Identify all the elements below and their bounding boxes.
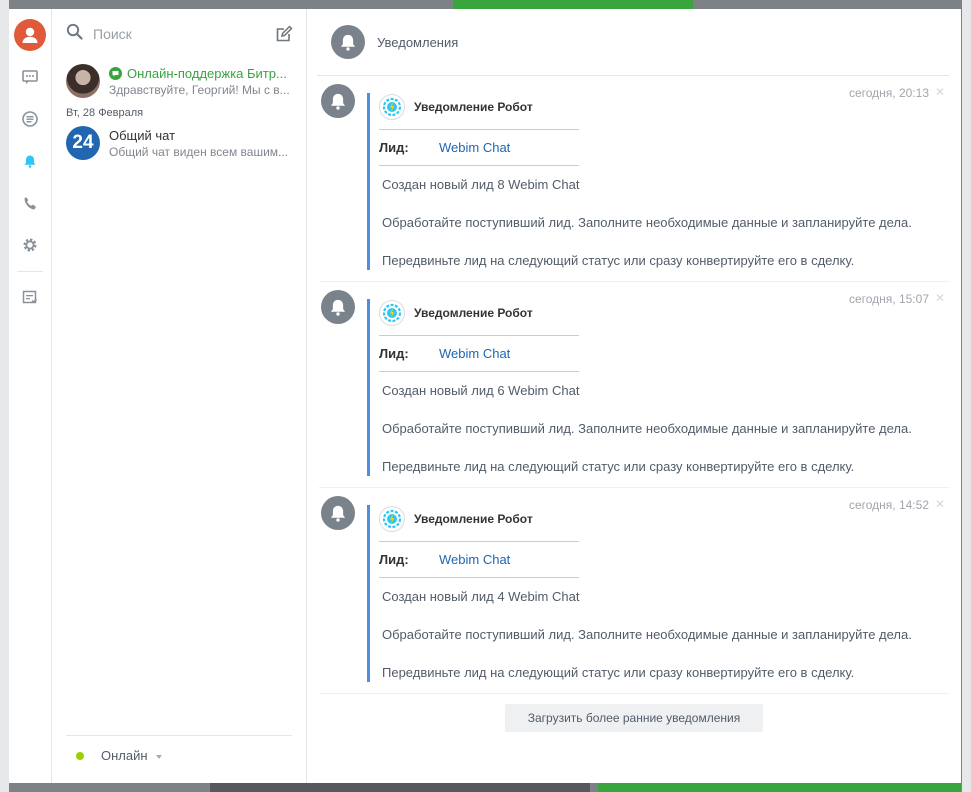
chat-preview: Общий чат виден всем вашим...	[109, 144, 289, 159]
notification-item: сегодня, 20:13 ✕ Уведомление Робот Лид: …	[319, 76, 949, 282]
phone-icon[interactable]	[14, 187, 46, 219]
notifications-header: Уведомления	[317, 9, 949, 76]
open-line-chat-icon	[109, 66, 122, 80]
status-label: Онлайн	[101, 748, 148, 763]
notification-text: Обработайте поступивший лид. Заполните н…	[382, 627, 912, 642]
recent-chats-panel: Онлайн-поддержка Битр... Здравствуйте, Г…	[52, 9, 307, 783]
notification-author: Уведомление Робот	[414, 512, 533, 526]
page-title: Уведомления	[377, 34, 459, 50]
notification-text: Обработайте поступивший лид. Заполните н…	[382, 421, 912, 436]
tasks-icon[interactable]	[14, 282, 46, 314]
search-input[interactable]	[93, 26, 274, 42]
avatar: 24	[66, 126, 100, 160]
icon-rail	[9, 9, 52, 783]
notification-author: Уведомление Робот	[414, 306, 533, 320]
close-icon[interactable]: ✕	[935, 85, 945, 99]
robot-icon	[379, 300, 405, 326]
close-icon[interactable]: ✕	[935, 497, 945, 511]
messenger-window: Онлайн-поддержка Битр... Здравствуйте, Г…	[9, 9, 961, 783]
notification-text: Создан новый лид 6 Webim Chat	[382, 383, 580, 398]
background-page-top	[453, 0, 693, 9]
compose-icon[interactable]	[274, 23, 294, 45]
field-label: Лид:	[379, 552, 409, 567]
field-label: Лид:	[379, 346, 409, 361]
notification-text: Передвиньте лид на следующий статус или …	[382, 253, 855, 268]
chat-item-general-chat[interactable]: 24 Общий чат Общий чат виден всем вашим.…	[52, 121, 306, 165]
lead-link[interactable]: Webim Chat	[439, 346, 510, 361]
notifications-panel: Уведомления сегодня, 20:13 ✕ Уведомление…	[307, 9, 961, 783]
chat-item-online-support[interactable]: Онлайн-поддержка Битр... Здравствуйте, Г…	[52, 59, 306, 103]
lead-link[interactable]: Webim Chat	[439, 552, 510, 567]
search-bar	[52, 9, 306, 59]
bell-icon	[321, 84, 355, 118]
background-page-left	[0, 0, 9, 792]
notification-text: Обработайте поступивший лид. Заполните н…	[382, 215, 912, 230]
search-icon	[66, 23, 83, 45]
background-page-bottom-dark	[210, 783, 590, 792]
chat-icon[interactable]	[14, 61, 46, 93]
lead-link[interactable]: Webim Chat	[439, 140, 510, 155]
open-lines-icon[interactable]	[14, 103, 46, 135]
gear-icon[interactable]	[14, 229, 46, 261]
lead-field: Лид: Webim Chat	[379, 129, 579, 166]
chat-title: Онлайн-поддержка Битр...	[127, 65, 287, 81]
lead-field: Лид: Webim Chat	[379, 335, 579, 372]
close-icon[interactable]: ✕	[935, 291, 945, 305]
background-page-right	[962, 0, 971, 792]
notification-item: сегодня, 15:07 ✕ Уведомление Робот Лид: …	[319, 282, 949, 488]
notification-item: сегодня, 14:52 ✕ Уведомление Робот Лид: …	[319, 488, 949, 694]
bell-icon	[331, 25, 365, 59]
lead-field: Лид: Webim Chat	[379, 541, 579, 578]
chat-preview: Здравствуйте, Георгий! Мы с в...	[109, 82, 290, 97]
notification-text: Создан новый лид 8 Webim Chat	[382, 177, 580, 192]
robot-icon	[379, 506, 405, 532]
bell-icon	[321, 496, 355, 530]
load-earlier-notifications-button[interactable]: Загрузить более ранние уведомления	[505, 704, 763, 732]
notification-body: Уведомление Робот Лид: Webim Chat Создан…	[367, 299, 927, 476]
notification-author: Уведомление Робот	[414, 100, 533, 114]
bell-icon	[321, 290, 355, 324]
online-status-icon	[76, 751, 84, 760]
notification-text: Создан новый лид 4 Webim Chat	[382, 589, 580, 604]
background-page-bottom-green	[598, 783, 961, 792]
notification-body: Уведомление Робот Лид: Webim Chat Создан…	[367, 93, 927, 270]
rail-separator	[17, 271, 43, 272]
status-selector[interactable]: Онлайн	[66, 735, 292, 775]
avatar	[66, 64, 100, 98]
date-separator: Вт, 28 Февраля	[66, 107, 144, 119]
notification-text: Передвиньте лид на следующий статус или …	[382, 459, 855, 474]
chat-title-row: Онлайн-поддержка Битр...	[109, 66, 296, 81]
user-avatar-icon[interactable]	[14, 19, 46, 51]
field-label: Лид:	[379, 140, 409, 155]
robot-icon	[379, 94, 405, 120]
notification-text: Передвиньте лид на следующий статус или …	[382, 665, 855, 680]
bell-icon[interactable]	[14, 145, 46, 177]
chat-title: Общий чат	[109, 127, 176, 143]
chevron-down-icon	[155, 754, 162, 759]
notification-body: Уведомление Робот Лид: Webim Chat Создан…	[367, 505, 927, 682]
